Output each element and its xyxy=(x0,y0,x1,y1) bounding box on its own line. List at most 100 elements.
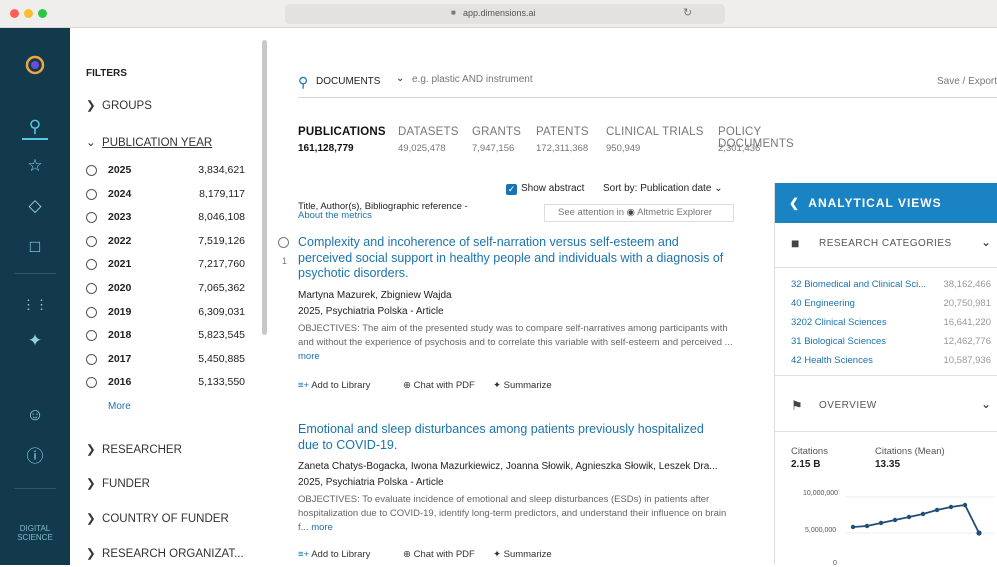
apps-grid-icon[interactable]: ⋮⋮ xyxy=(22,292,48,318)
altmetric-explorer-button[interactable]: See attention in ◉ Altmetric Explorer xyxy=(544,204,734,222)
tab-label: GRANTS xyxy=(472,126,522,138)
add-to-library-label: Add to Library xyxy=(311,380,371,391)
summarize-button[interactable]: ✦ Summarize xyxy=(493,549,552,560)
year-count: 5,133,550 xyxy=(198,376,245,389)
result-select-radio[interactable] xyxy=(278,237,289,248)
year-filter-option[interactable]: 2023 8,046,108 xyxy=(86,209,261,227)
altmetric-label: See attention in xyxy=(558,207,625,218)
year-radio[interactable] xyxy=(86,259,97,271)
year-count: 6,309,031 xyxy=(198,305,245,318)
year-filter-option[interactable]: 2025 3,834,621 xyxy=(86,162,261,180)
research-category-item[interactable]: 31 Biological Sciences 12,462,776 xyxy=(791,336,991,347)
year-filter-option[interactable]: 2021 7,217,760 xyxy=(86,256,261,274)
document-icon[interactable]: □ xyxy=(22,234,48,260)
year-radio[interactable] xyxy=(86,165,97,176)
research-category-item[interactable]: 32 Biomedical and Clinical Sci... 38,162,… xyxy=(791,279,991,290)
tab-policy-documents[interactable]: POLICY DOCUMENTS 2,301,436 xyxy=(718,126,838,156)
abstract-more-link[interactable]: more xyxy=(298,351,320,362)
filter-funder[interactable]: ❯ FUNDER xyxy=(86,476,150,490)
search-scope-dropdown[interactable]: DOCUMENTS xyxy=(316,76,380,87)
research-category-item[interactable]: 40 Engineering 20,750,981 xyxy=(791,298,991,309)
year-radio[interactable] xyxy=(86,235,97,247)
filter-publication-year[interactable]: ⌄ PUBLICATION YEAR xyxy=(86,135,212,149)
panel-divider xyxy=(775,431,997,432)
research-category-item[interactable]: 3202 Clinical Sciences 16,641,220 xyxy=(791,317,991,328)
panel-divider xyxy=(775,267,997,268)
year-radio[interactable] xyxy=(86,377,97,389)
overview-header[interactable]: ⚑ OVERVIEW ⌄ xyxy=(791,397,991,419)
save-export-button[interactable]: Save / Export xyxy=(937,76,997,87)
abstract-more-link[interactable]: more xyxy=(311,522,333,533)
zoom-window-button[interactable] xyxy=(38,9,47,18)
search-bar[interactable]: ⚲ DOCUMENTS ⌄ Save / Export xyxy=(298,72,997,98)
user-icon[interactable]: ☺ xyxy=(22,402,48,428)
year-label: 2022 xyxy=(108,234,132,247)
add-to-library-button[interactable]: ≡+ Add to Library xyxy=(298,380,370,391)
year-count: 7,217,760 xyxy=(198,258,245,271)
chevron-down-icon: ⌄ xyxy=(714,183,723,194)
filters-heading: FILTERS xyxy=(86,68,127,79)
about-metrics-link[interactable]: About the metrics xyxy=(298,210,372,221)
tab-clinical-trials[interactable]: CLINICAL TRIALS 950,949 xyxy=(606,126,726,156)
sparkle-icon: ✦ xyxy=(493,380,501,391)
tab-count: 2,301,436 xyxy=(718,143,761,154)
url-text: app.dimensions.ai xyxy=(463,8,536,18)
year-count: 7,065,362 xyxy=(198,282,245,294)
lock-icon: ■ xyxy=(451,8,456,17)
filter-research-org[interactable]: ❯ RESEARCH ORGANIZAT... xyxy=(86,546,244,560)
filter-researcher[interactable]: ❯ RESEARCHER xyxy=(86,442,182,456)
year-filter-option[interactable]: 2017 5,450,885 xyxy=(86,351,261,369)
analytical-views-header[interactable]: ❮ ANALYTICAL VIEWS xyxy=(775,183,997,223)
year-filter-option[interactable]: 2020 7,065,362 xyxy=(86,280,261,298)
year-filter-option[interactable]: 2016 5,133,550 xyxy=(86,374,261,392)
filter-country-of-funder[interactable]: ❯ COUNTRY OF FUNDER xyxy=(86,511,229,525)
show-abstract-checkbox[interactable]: ✓ xyxy=(506,184,517,195)
search-icon[interactable]: ⚲ xyxy=(22,114,48,140)
category-name: 3202 Clinical Sciences xyxy=(791,317,887,328)
year-filter-option[interactable]: 2022 7,519,126 xyxy=(86,233,261,251)
search-input[interactable] xyxy=(412,74,792,85)
filters-scrollbar[interactable] xyxy=(262,40,267,335)
category-name: 42 Health Sciences xyxy=(791,355,873,366)
year-filter-option[interactable]: 2019 6,309,031 xyxy=(86,304,261,322)
chat-with-pdf-button[interactable]: ⊕ Chat with PDF xyxy=(403,380,475,391)
add-to-library-button[interactable]: ≡+ Add to Library xyxy=(298,549,370,560)
research-categories-header[interactable]: ■ RESEARCH CATEGORIES ⌄ xyxy=(791,235,991,259)
year-radio[interactable] xyxy=(86,188,97,200)
help-icon[interactable]: ⓘ xyxy=(22,444,48,470)
year-radio[interactable] xyxy=(86,306,97,318)
sort-by-dropdown[interactable]: Sort by: Publication date ⌄ xyxy=(603,183,723,194)
filter-groups[interactable]: ❯ GROUPS xyxy=(86,98,152,112)
summarize-button[interactable]: ✦ Summarize xyxy=(493,380,552,391)
filter-groups-label: GROUPS xyxy=(102,100,152,112)
result-source: 2025, Psychiatria Polska - Article xyxy=(298,477,444,488)
year-radio[interactable] xyxy=(86,212,97,224)
category-count: 12,462,776 xyxy=(943,336,991,347)
close-window-button[interactable] xyxy=(10,9,19,18)
result-title[interactable]: Complexity and incoherence of self-narra… xyxy=(298,235,728,282)
year-radio[interactable] xyxy=(86,353,97,365)
star-icon[interactable]: ☆ xyxy=(22,153,48,179)
reload-icon[interactable]: ↻ xyxy=(683,6,692,19)
year-filter-option[interactable]: 2024 8,179,117 xyxy=(86,186,261,204)
sparkle-icon[interactable]: ✦ xyxy=(22,328,48,354)
chevron-down-icon: ⌄ xyxy=(396,73,405,84)
minimize-window-button[interactable] xyxy=(24,9,33,18)
year-radio[interactable] xyxy=(86,283,97,294)
year-radio[interactable] xyxy=(86,330,97,342)
chat-with-pdf-button[interactable]: ⊕ Chat with PDF xyxy=(403,549,475,560)
more-years-link[interactable]: More xyxy=(108,401,131,412)
filter-researcher-label: RESEARCHER xyxy=(102,444,182,456)
research-category-item[interactable]: 42 Health Sciences 10,587,936 xyxy=(791,355,991,366)
nav-divider xyxy=(14,273,56,274)
chevron-right-icon: ❯ xyxy=(86,513,103,525)
dimensions-logo-icon[interactable] xyxy=(22,54,48,80)
address-bar[interactable]: ■ app.dimensions.ai ↻ xyxy=(285,4,725,24)
year-label: 2025 xyxy=(108,164,132,176)
result-title[interactable]: Emotional and sleep disturbances among p… xyxy=(298,422,728,453)
diamond-icon[interactable]: ◇ xyxy=(22,193,48,219)
citations-value: 2.15 B xyxy=(791,459,821,470)
chevron-right-icon: ❯ xyxy=(86,444,103,456)
app-nav-rail: ⚲ ☆ ◇ □ ⋮⋮ ✦ ☺ ⓘ DIGITAL SCIENCE xyxy=(0,28,70,565)
year-filter-option[interactable]: 2018 5,823,545 xyxy=(86,327,261,345)
